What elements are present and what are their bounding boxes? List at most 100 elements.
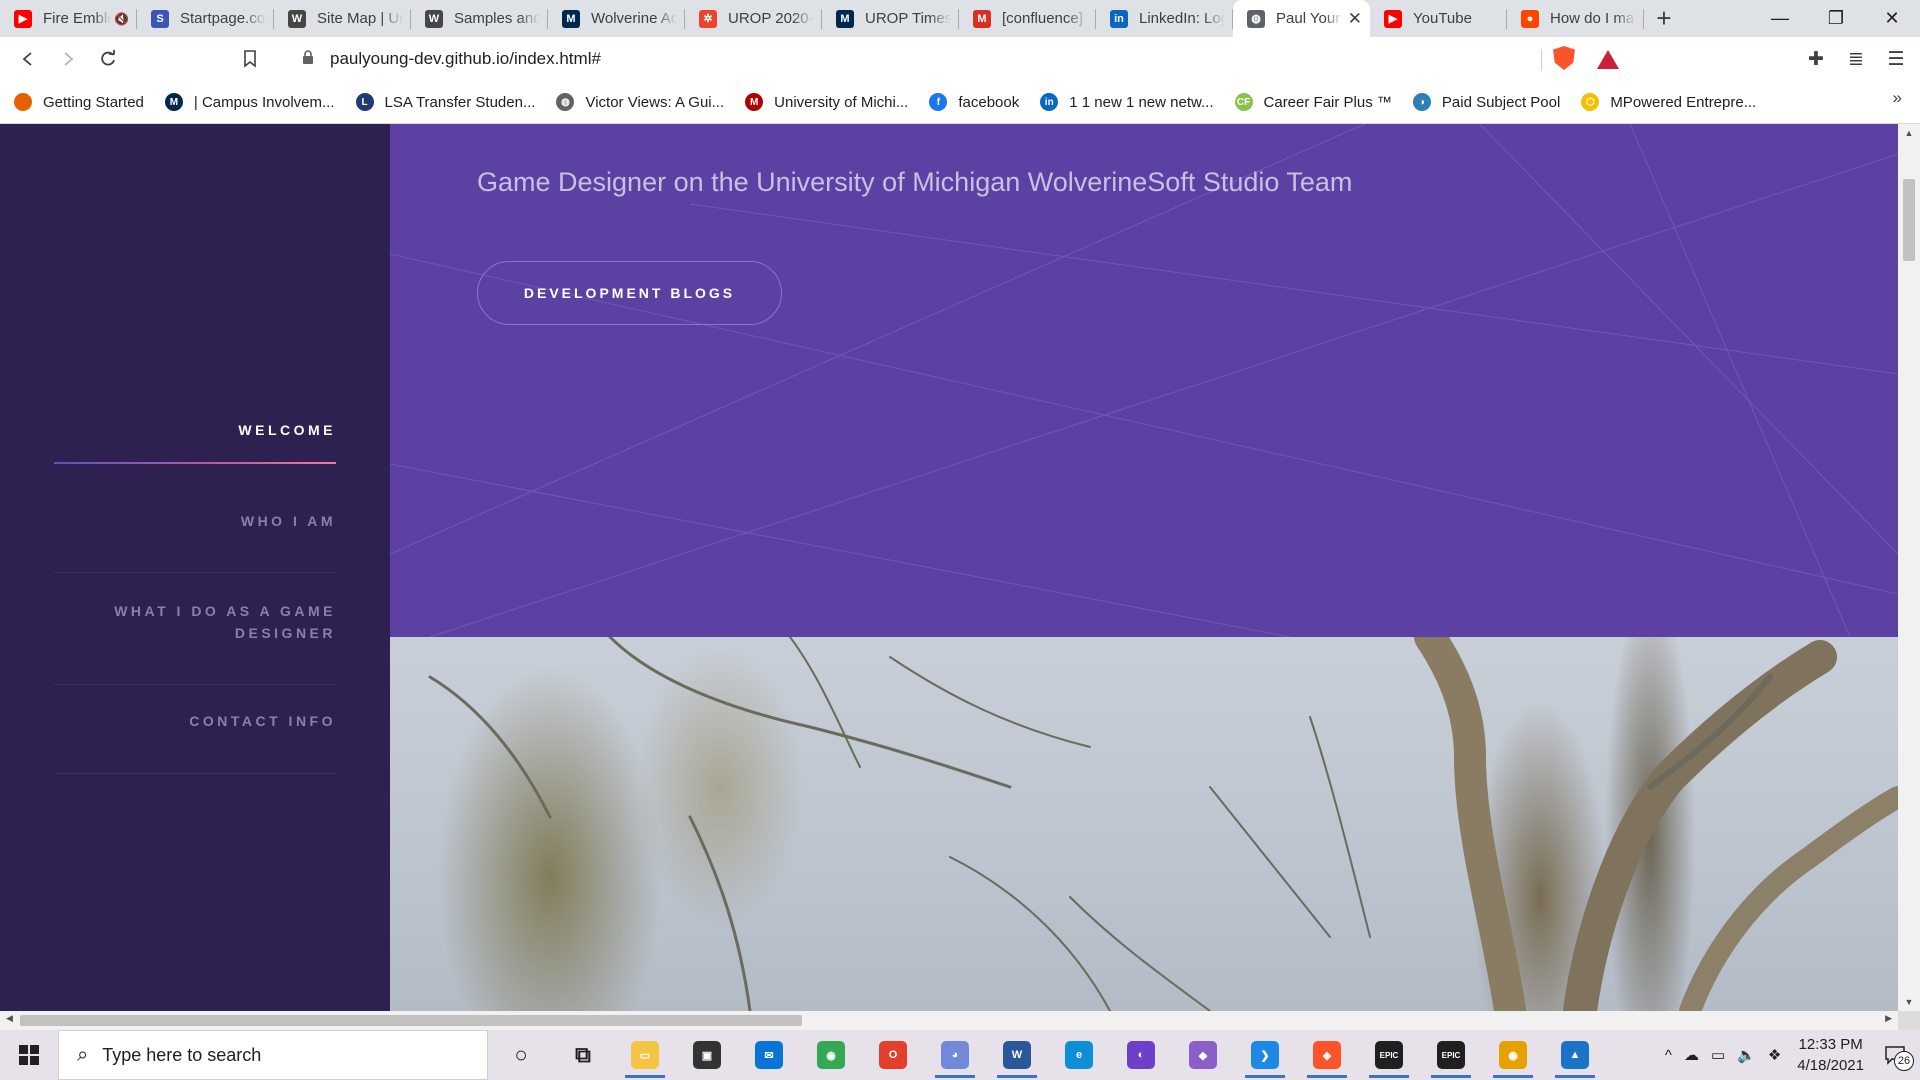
new-tab-button[interactable]: + — [1644, 0, 1684, 37]
address-bar[interactable]: paulyoung-dev.github.io/index.html# — [288, 42, 1632, 76]
tree-branches-illustration — [428, 637, 1898, 1011]
umich-red-icon: M — [745, 93, 764, 111]
startpage-icon: S — [151, 9, 169, 28]
tray-overflow-chevron-icon[interactable]: ^ — [1665, 1047, 1672, 1064]
development-blogs-button[interactable]: DEVELOPMENT BLOGS — [477, 261, 782, 325]
tab-6[interactable]: M UROP Timesh — [822, 0, 959, 37]
taskbar-app-13[interactable]: ◈ — [1296, 1030, 1358, 1080]
mail-icon: ✉ — [755, 1041, 783, 1069]
tab-2[interactable]: W Site Map | Uni — [274, 0, 411, 37]
tab-5[interactable]: ✲ UROP 2020-2 — [685, 0, 822, 37]
bookmark-item[interactable]: L LSA Transfer Studen... — [355, 93, 535, 111]
taskbar-app-4[interactable]: ✉ — [738, 1030, 800, 1080]
bookmark-page-button[interactable] — [230, 39, 270, 79]
nav-contact-info[interactable]: CONTACT INFO — [54, 710, 336, 774]
back-button[interactable] — [8, 39, 48, 79]
wordpress-icon: W — [288, 9, 306, 28]
tab-8[interactable]: in LinkedIn: Log — [1096, 0, 1233, 37]
scroll-right-arrow-icon[interactable]: ▶ — [1885, 1013, 1892, 1024]
horizontal-scrollbar[interactable]: ◀ ▶ — [0, 1011, 1898, 1030]
sidebar: WELCOME WHO I AM WHAT I DO AS A GAME DES… — [0, 124, 390, 1011]
page-viewport: WELCOME WHO I AM WHAT I DO AS A GAME DES… — [0, 124, 1898, 1011]
taskbar-app-5[interactable]: ◉ — [800, 1030, 862, 1080]
bookmark-item[interactable]: ◍ Victor Views: A Gui... — [556, 93, 724, 111]
tab-4[interactable]: M Wolverine Acc — [548, 0, 685, 37]
reload-button[interactable] — [88, 39, 128, 79]
tab-title: How do I mak — [1550, 10, 1636, 27]
taskbar-app-15[interactable]: EPIC — [1420, 1030, 1482, 1080]
start-button[interactable] — [0, 1030, 58, 1080]
tab-3[interactable]: W Samples and — [411, 0, 548, 37]
taskbar-app-2[interactable]: ▭ — [614, 1030, 676, 1080]
hero-section: Game Designer on the University of Michi… — [390, 124, 1898, 637]
nav-what-i-do[interactable]: WHAT I DO AS A GAME DESIGNER — [54, 600, 336, 685]
tab-title: UROP Timesh — [865, 10, 951, 27]
bookmark-item[interactable]: ◑ Paid Subject Pool — [1412, 93, 1560, 111]
taskbar-app-12[interactable]: ❯ — [1234, 1030, 1296, 1080]
scroll-down-arrow-icon[interactable]: ▼ — [1898, 997, 1920, 1007]
edge-icon: e — [1065, 1041, 1093, 1069]
scroll-up-arrow-icon[interactable]: ▲ — [1898, 128, 1920, 138]
horizontal-scroll-thumb[interactable] — [20, 1015, 802, 1026]
chrome-canary-icon: ◉ — [1499, 1041, 1527, 1069]
onedrive-icon[interactable]: ☁ — [1684, 1046, 1699, 1064]
minimize-button[interactable]: — — [1752, 0, 1808, 37]
scrollbar-corner — [1898, 1011, 1920, 1030]
taskbar-app-11[interactable]: ◆ — [1172, 1030, 1234, 1080]
youtube-icon: ▶ — [14, 9, 32, 28]
dropbox-icon[interactable]: ❖ — [1768, 1046, 1781, 1064]
word-icon: W — [1003, 1041, 1031, 1069]
tab-7[interactable]: M [confluence] R — [959, 0, 1096, 37]
system-tray: ^ ☁ ▭ 🔈 ❖ 12:33 PM 4/18/2021 26 — [1659, 1030, 1920, 1080]
vscode-icon: ❯ — [1251, 1041, 1279, 1069]
url-text[interactable]: paulyoung-dev.github.io/index.html# — [330, 49, 601, 69]
menu-button[interactable]: ☰ — [1876, 48, 1916, 71]
nav-welcome[interactable]: WELCOME — [54, 419, 336, 464]
taskbar-app-16[interactable]: ◉ — [1482, 1030, 1544, 1080]
nav-who-i-am[interactable]: WHO I AM — [54, 510, 336, 573]
bookmark-item[interactable]: M | Campus Involvem... — [164, 93, 335, 111]
taskbar-app-7[interactable]: ◕ — [924, 1030, 986, 1080]
taskbar-app-9[interactable]: e — [1048, 1030, 1110, 1080]
bookmarks-bar: Getting Started M | Campus Involvem... L LSA… — [0, 81, 1920, 124]
battery-icon[interactable]: ▭ — [1711, 1046, 1725, 1064]
bookmarks-overflow-button[interactable]: » — [1893, 88, 1902, 108]
taskbar-clock[interactable]: 12:33 PM 4/18/2021 — [1797, 1034, 1864, 1076]
media-controls-button[interactable]: ≣ — [1836, 48, 1876, 71]
bookmark-item[interactable]: in 1 1 new 1 new netw... — [1040, 93, 1214, 111]
bookmark-item[interactable]: f facebook — [929, 93, 1019, 111]
restore-button[interactable]: ❐ — [1808, 0, 1864, 37]
tab-close-icon[interactable]: ✕ — [1348, 9, 1362, 29]
vertical-scrollbar[interactable]: ▲ ▼ — [1898, 124, 1920, 1011]
bookmark-item[interactable]: CF Career Fair Plus ™ — [1234, 93, 1392, 111]
forward-button[interactable] — [48, 39, 88, 79]
tab-9[interactable]: ◍ Paul Young ✕ — [1233, 0, 1370, 37]
extensions-button[interactable]: ✚ — [1796, 48, 1836, 71]
taskbar-search[interactable]: ⌕ Type here to search — [58, 1030, 488, 1080]
taskbar-search-placeholder: Type here to search — [102, 1044, 262, 1065]
taskbar-app-10[interactable]: ◐ — [1110, 1030, 1172, 1080]
tab-1[interactable]: S Startpage.com — [137, 0, 274, 37]
brave-rewards-icon[interactable] — [1597, 50, 1619, 69]
tab-0[interactable]: ▶ Fire Emblem🔇 — [0, 0, 137, 37]
scroll-left-arrow-icon[interactable]: ◀ — [6, 1013, 13, 1024]
tab-11[interactable]: ● How do I mak — [1507, 0, 1644, 37]
taskbar-app-6[interactable]: O — [862, 1030, 924, 1080]
taskbar-app-14[interactable]: EPIC — [1358, 1030, 1420, 1080]
taskbar-app-0[interactable]: ○ — [490, 1030, 552, 1080]
notifications-button[interactable]: 26 — [1878, 1041, 1914, 1071]
tab-title: Site Map | Uni — [317, 10, 403, 27]
bookmark-item[interactable]: Getting Started — [14, 93, 144, 111]
volume-icon[interactable]: 🔈 — [1737, 1046, 1756, 1064]
taskbar-app-8[interactable]: W — [986, 1030, 1048, 1080]
close-window-button[interactable]: ✕ — [1864, 0, 1920, 37]
taskbar-app-1[interactable]: ⧉ — [552, 1030, 614, 1080]
bookmark-item[interactable]: M University of Michi... — [745, 93, 908, 111]
taskbar-app-17[interactable]: ▲ — [1544, 1030, 1606, 1080]
tab-10[interactable]: ▶ YouTube — [1370, 0, 1507, 37]
vertical-scroll-thumb[interactable] — [1903, 179, 1915, 261]
tab-muted-icon[interactable]: 🔇 — [114, 12, 129, 26]
firefox-icon — [14, 93, 32, 111]
bookmark-item[interactable]: ⬡ MPowered Entrepre... — [1581, 93, 1756, 111]
taskbar-app-3[interactable]: ▣ — [676, 1030, 738, 1080]
